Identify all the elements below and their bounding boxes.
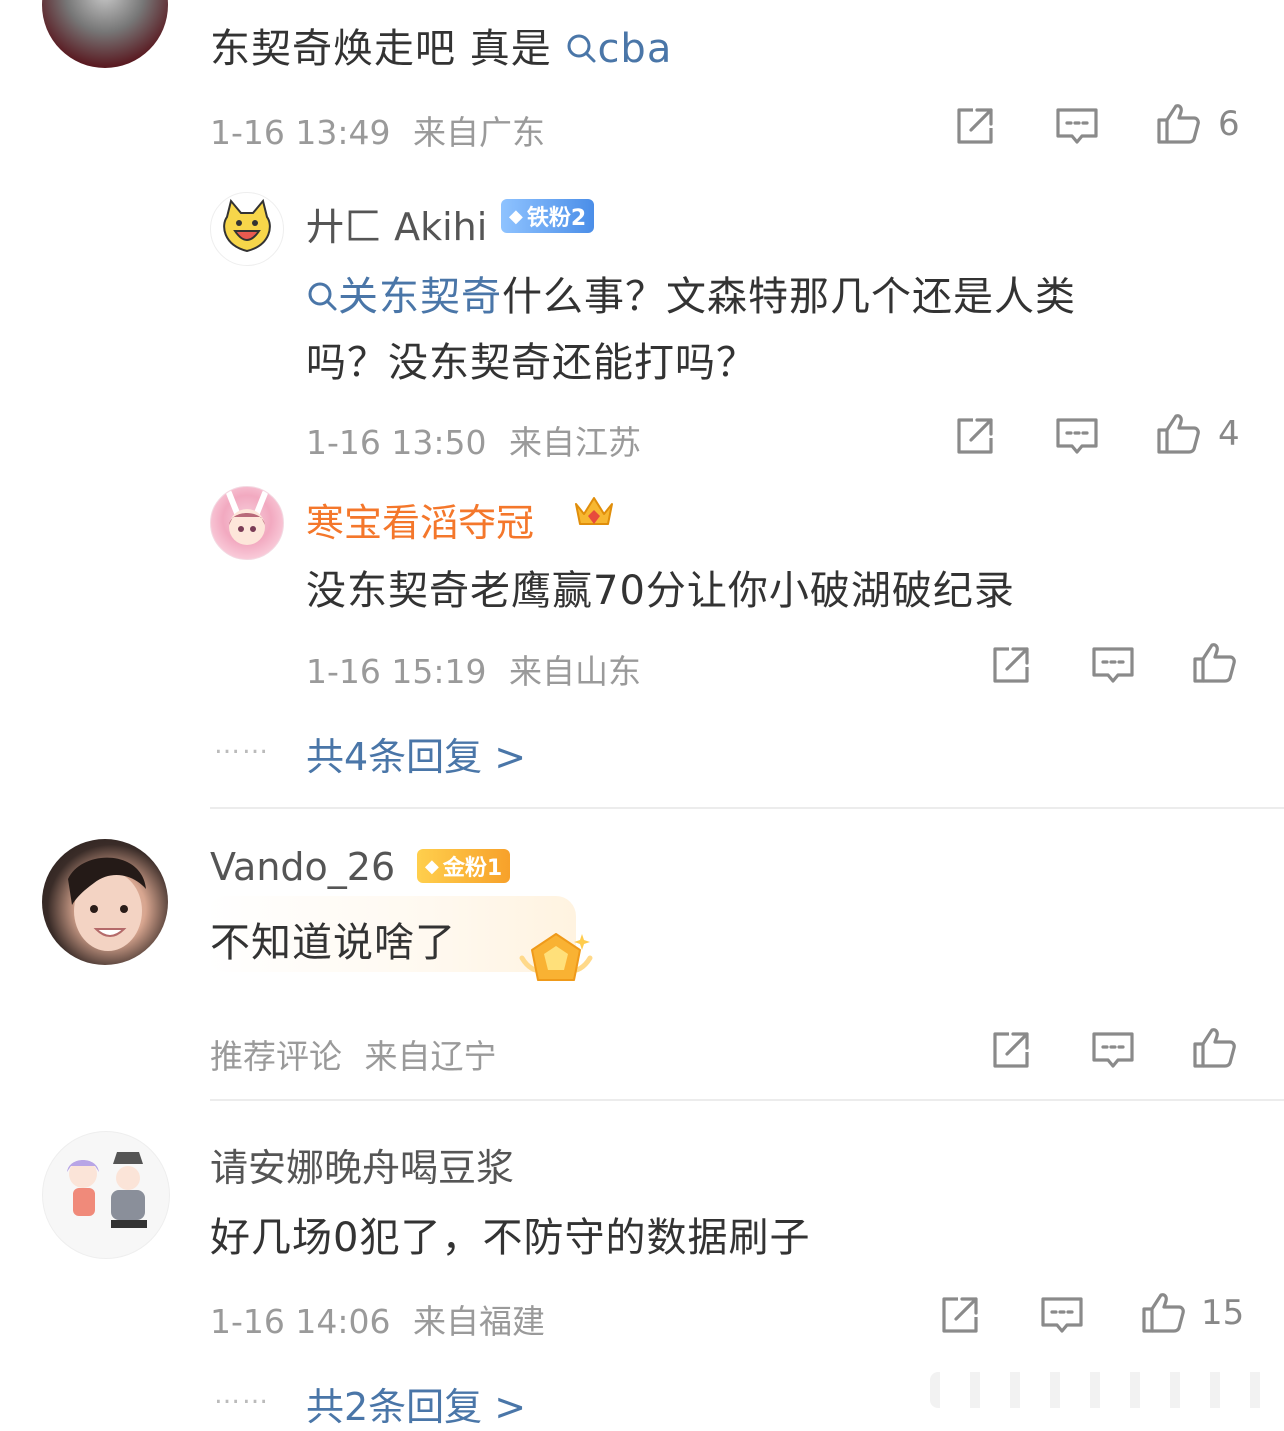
location: 来自辽宁: [364, 1037, 497, 1076]
watermark: [930, 1372, 1274, 1408]
timestamp: 1-16 14:06: [210, 1302, 391, 1341]
comment-meta: 1-16 14:06 来自福建: [210, 1295, 545, 1343]
more-dots: ……: [214, 730, 270, 760]
timestamp: 1-16 13:49: [210, 113, 391, 152]
username-label: 寒宝看滔夺冠: [306, 501, 535, 545]
username-label: 请安娜晚舟喝豆浆: [210, 1146, 515, 1190]
location: 来自江苏: [509, 423, 641, 462]
like-count: 4: [1218, 414, 1240, 454]
location: 来自山东: [509, 652, 641, 691]
thumbs-up-icon[interactable]: [1190, 639, 1238, 687]
share-icon[interactable]: [987, 1026, 1035, 1074]
comment-text: 东契奇焕走吧 真是 cba: [210, 16, 672, 74]
like-count: 15: [1201, 1293, 1245, 1333]
reply-text-line: 吗？没东契奇还能打吗？: [306, 340, 757, 386]
divider: [210, 1099, 1284, 1101]
avatar[interactable]: [42, 0, 168, 68]
comment-icon[interactable]: [1038, 1291, 1086, 1339]
share-icon[interactable]: [951, 412, 999, 460]
comment-text: 不知道说啥了: [210, 920, 456, 966]
comment-icon[interactable]: [1053, 102, 1101, 150]
reply-text: 没东契奇老鹰赢70分让你小破湖破纪录: [306, 568, 1015, 614]
fan-badge[interactable]: ◆ 铁粉2: [501, 199, 595, 233]
username[interactable]: 请安娜晚舟喝豆浆: [210, 1137, 514, 1192]
more-dots: ……: [214, 1380, 270, 1410]
username[interactable]: 廾匚 Akihi: [306, 196, 487, 251]
search-icon: [565, 32, 597, 64]
topic-link-label: cba: [597, 26, 673, 72]
cartoon-face-icon: [223, 198, 271, 253]
thumbs-up-icon[interactable]: [1190, 1024, 1238, 1072]
child-photo-icon: [68, 857, 146, 951]
topic-link[interactable]: cba: [565, 26, 672, 72]
username[interactable]: Vando_26: [210, 845, 395, 889]
comment-meta: 1-16 13:49 来自广东: [210, 106, 545, 154]
badge-label: 金粉1: [442, 856, 503, 881]
location: 来自广东: [413, 113, 545, 152]
recommend-label: 推荐评论: [210, 1037, 342, 1076]
diamond-icon: ◆: [509, 205, 523, 227]
cartoon-pair-icon: [67, 1152, 147, 1228]
comment-text-plain: 东契奇焕走吧 真是: [210, 26, 552, 72]
more-replies-link[interactable]: 共2条回复 >: [306, 1376, 526, 1431]
comment-text: 好几场0犯了，不防守的数据刷子: [210, 1215, 811, 1261]
divider: [210, 807, 1284, 809]
fan-badge[interactable]: ◆ 金粉1: [417, 849, 511, 883]
diamond-icon: ◆: [425, 855, 439, 877]
location: 来自福建: [413, 1302, 545, 1341]
topic-link[interactable]: 关东契奇: [306, 274, 502, 320]
comment-icon[interactable]: [1053, 412, 1101, 460]
reply-text: 关东契奇什么事？文森特那几个还是人类: [306, 264, 1076, 322]
like-count: 6: [1218, 104, 1240, 144]
comment-icon[interactable]: [1089, 1026, 1137, 1074]
thumbs-up-icon[interactable]: [1154, 410, 1202, 458]
reply-meta: 1-16 13:50 来自江苏: [306, 416, 641, 464]
topic-link-label: 关东契奇: [338, 274, 502, 320]
timestamp: 1-16 15:19: [306, 652, 487, 691]
avatar[interactable]: [42, 1131, 170, 1259]
username[interactable]: 寒宝看滔夺冠: [306, 492, 534, 547]
comment-icon[interactable]: [1089, 641, 1137, 689]
username-label: Vando_26: [210, 845, 396, 889]
share-icon[interactable]: [987, 641, 1035, 689]
comment-meta: 推荐评论 来自辽宁: [210, 1030, 497, 1078]
thumbs-up-icon[interactable]: [1139, 1289, 1187, 1337]
reply-text-line: 什么事？文森特那几个还是人类: [502, 274, 1076, 320]
gold-medal-icon: [518, 928, 594, 992]
avatar[interactable]: [42, 839, 168, 965]
crown-icon: [572, 490, 616, 534]
username-label: 廾匚 Akihi: [306, 205, 488, 249]
reply-meta: 1-16 15:19 来自山东: [306, 645, 641, 693]
more-replies-link[interactable]: 共4条回复 >: [306, 726, 526, 781]
share-icon[interactable]: [936, 1291, 984, 1339]
bunny-girl-icon: [226, 490, 268, 545]
thumbs-up-icon[interactable]: [1154, 100, 1202, 148]
search-icon: [306, 280, 338, 312]
badge-label: 铁粉2: [526, 206, 587, 231]
avatar[interactable]: [210, 486, 284, 560]
avatar[interactable]: [210, 192, 284, 266]
share-icon[interactable]: [951, 102, 999, 150]
timestamp: 1-16 13:50: [306, 423, 487, 462]
